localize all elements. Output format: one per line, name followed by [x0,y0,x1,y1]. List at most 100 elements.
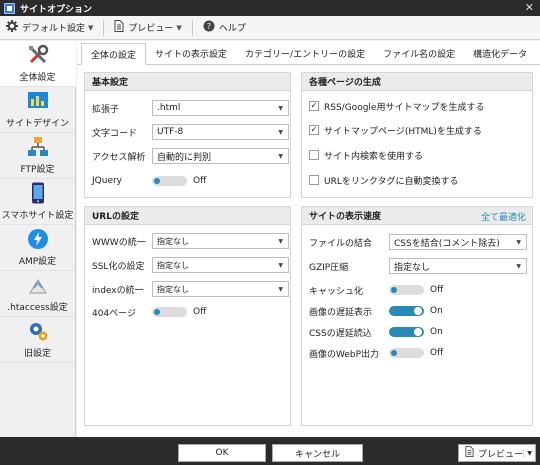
extension-value: .html [157,103,181,113]
tab-structured-data[interactable]: 構造化データ [464,42,536,64]
lazy-image-row: 画像の遅延表示 On [309,303,443,319]
chevron-down-icon: ▼ [278,152,283,160]
file-icon [27,274,49,296]
help-menu[interactable]: ? ヘルプ [197,18,252,38]
help-label: ヘルプ [218,24,246,34]
lazy-css-state: On [430,327,443,337]
lazy-image-toggle[interactable] [389,306,424,316]
cache-toggle[interactable] [389,285,424,295]
lazy-image-label: 画像の遅延表示 [309,307,373,318]
page404-toggle[interactable] [152,307,187,317]
chevron-down-icon: ▼ [516,238,521,246]
main-content: 全体の設定 サイトの表示設定 カテゴリー/エントリーの設定 ファイル名の設定 構… [77,41,540,437]
file-combine-value: CSSを結合(コメント除去) [394,238,500,249]
chevron-down-icon: ▼ [278,237,283,245]
page-generation-panel: 各種ページの生成 ✓ RSS/Google用サイトマップを生成する ✓ サイトマ… [301,72,533,198]
charset-label: 文字コード [92,128,138,139]
sidebar-item-ftp[interactable]: FTP設定 [0,133,75,179]
index-select[interactable]: 指定なし ▼ [152,281,289,297]
svg-text:?: ? [207,22,211,31]
rss-sitemap-checkbox[interactable]: ✓ RSS/Google用サイトマップを生成する [309,99,484,113]
lazy-css-toggle[interactable] [389,327,424,337]
sidebar-item-smartphone[interactable]: スマホサイト設定 [0,179,75,225]
chevron-down-icon: ▼ [516,262,521,270]
checkbox-label: サイト内検索を使用する [324,151,424,162]
default-settings-menu[interactable]: デフォルト設定 ▼ [0,18,99,38]
page404-row: 404ページ Off [92,304,206,320]
chevron-down-icon[interactable]: ▼ [523,449,532,457]
sidebar-item-htaccess[interactable]: .htaccess設定 [0,271,75,317]
preview-button[interactable]: プレビュー ▼ [458,444,536,462]
sidebar-item-amp[interactable]: AMP設定 [0,225,75,271]
lazy-css-label: CSSの遅延読込 [309,328,372,339]
ssl-label: SSL化の設定 [92,261,145,272]
file-combine-label: ファイルの結合 [309,238,373,249]
webp-row: 画像のWebP出力 Off [309,345,443,361]
site-search-checkbox[interactable]: サイト内検索を使用する [309,148,423,162]
access-analysis-select[interactable]: 自動的に判別 ▼ [152,148,289,164]
charset-select[interactable]: UTF-8 ▼ [152,124,289,140]
ssl-select[interactable]: 指定なし ▼ [152,257,289,273]
optimize-all-link[interactable]: 全て最適化 [481,210,526,223]
toggle-knob [154,309,160,315]
html-sitemap-checkbox[interactable]: ✓ サイトマップページ(HTML)を生成する [309,123,482,137]
site-speed-panel: サイトの表示速度 全て最適化 ファイルの結合 CSSを結合(コメント除去) ▼ G… [301,206,533,426]
menu-bar: デフォルト設定 ▼ プレビュー ▼ ? ヘルプ [0,16,540,40]
sidebar-item-label: .htaccess設定 [7,303,68,313]
checkbox-label: サイトマップページ(HTML)を生成する [324,126,482,137]
tab-site-display[interactable]: サイトの表示設定 [146,42,236,64]
webp-toggle[interactable] [389,348,424,358]
network-icon [27,136,49,158]
tools-icon [27,44,49,66]
tab-filename[interactable]: ファイル名の設定 [374,42,464,64]
cache-label: キャッシュ化 [309,286,364,297]
jquery-state: Off [193,176,207,186]
gzip-select[interactable]: 指定なし ▼ [389,258,527,274]
chevron-down-icon: ▼ [278,104,283,112]
page404-state: Off [193,307,207,317]
document-icon [465,446,474,460]
chevron-down-icon: ▼ [88,23,94,32]
lazy-css-row: CSSの遅延読込 On [309,324,443,340]
tab-category-entry[interactable]: カテゴリー/エントリーの設定 [236,42,374,64]
jquery-label: JQuery [92,176,123,186]
jquery-toggle[interactable] [152,176,187,186]
extension-select[interactable]: .html ▼ [152,100,289,116]
preview-menu[interactable]: プレビュー ▼ [108,18,187,38]
auto-link-checkbox[interactable]: URLをリンクタグに自動変換する [309,173,459,187]
index-label: indexの統一 [92,285,144,296]
sidebar-item-general[interactable]: 全体設定 [0,41,76,87]
chevron-down-icon: ▼ [278,261,283,269]
sidebar: 全体設定 サイトデザイン FTP設定 スマホサイト設定 AMP設定 .htacc… [0,41,76,437]
charset-value: UTF-8 [157,127,184,137]
panel-title: 各種ページの生成 [302,73,532,91]
sidebar-item-label: FTP設定 [20,165,55,175]
access-analysis-row: アクセス解析 自動的に判別 ▼ [92,148,289,164]
checkbox-unchecked [309,150,319,160]
sidebar-item-label: 全体設定 [19,73,56,83]
tab-general[interactable]: 全体の設定 [81,43,147,65]
gzip-row: GZIP圧縮 指定なし ▼ [309,258,527,274]
basic-settings-panel: 基本設定 拡張子 .html ▼ 文字コード UTF-8 ▼ アクセス解析 自動的に… [84,72,291,198]
sidebar-item-label: AMP設定 [18,257,57,267]
www-row: WWWの統一 指定なし ▼ [92,233,289,249]
file-combine-select[interactable]: CSSを結合(コメント除去) ▼ [389,234,527,250]
chevron-down-icon: ▼ [278,285,283,293]
sidebar-item-site-design[interactable]: サイトデザイン [0,87,75,133]
gzip-label: GZIP圧縮 [309,262,349,273]
close-icon[interactable]: ✕ [525,1,534,14]
checkbox-label: URLをリンクタグに自動変換する [324,176,459,187]
window-title: サイトオプション [20,4,93,15]
url-settings-panel: URLの設定 WWWの統一 指定なし ▼ SSL化の設定 指定なし ▼ indexの… [84,206,291,426]
file-combine-row: ファイルの結合 CSSを結合(コメント除去) ▼ [309,234,527,250]
cancel-button[interactable]: キャンセル [272,444,363,462]
index-row: indexの統一 指定なし ▼ [92,281,289,297]
ok-button[interactable]: OK [178,444,266,462]
checkbox-unchecked [309,175,319,185]
amp-lightning-icon [27,228,49,250]
toggle-knob [391,287,397,293]
toggle-knob [414,307,422,315]
ssl-value: 指定なし [157,260,189,270]
www-select[interactable]: 指定なし ▼ [152,233,289,249]
sidebar-item-legacy[interactable]: 旧設定 [0,317,75,363]
